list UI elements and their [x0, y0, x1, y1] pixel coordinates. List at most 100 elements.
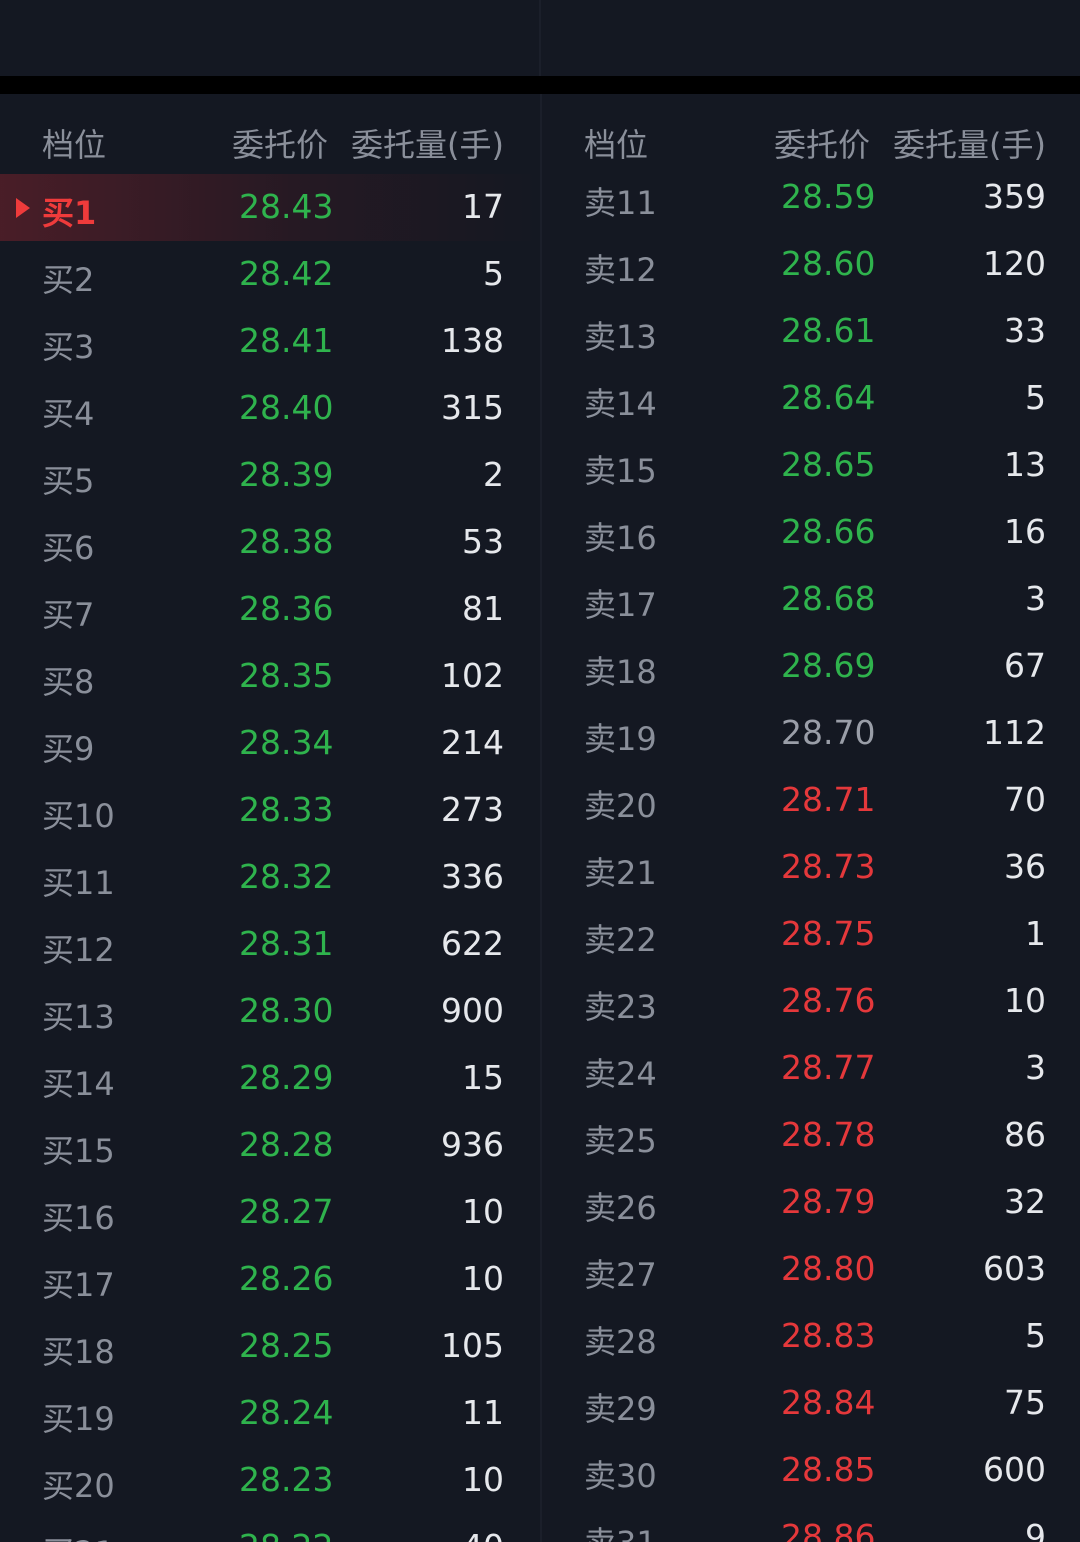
buy-row-level: 买13 [42, 998, 115, 1036]
buy-row-volume: 273 [441, 790, 504, 829]
sell-order-row[interactable]: 卖25 28.78 86 [542, 1102, 1080, 1169]
top-column-divider [539, 0, 541, 76]
buy-order-row[interactable]: 买8 28.35 102 [0, 643, 540, 710]
buy-order-row[interactable]: 买14 28.29 15 [0, 1045, 540, 1112]
sell-row-price: 28.80 [781, 1249, 876, 1288]
sell-order-row[interactable]: 卖11 28.59 359 [542, 164, 1080, 231]
sell-row-level: 卖15 [584, 452, 657, 490]
sell-order-row[interactable]: 卖31 28.86 9 [542, 1504, 1080, 1542]
buy-row-level: 买16 [42, 1199, 115, 1237]
top-panel [0, 0, 1080, 76]
buy-row-price: 28.33 [239, 790, 334, 829]
buy-header-price: 委托价 [232, 126, 329, 164]
sell-header-volume: 委托量(手) [893, 126, 1046, 164]
section-separator [0, 76, 1080, 94]
sell-order-row[interactable]: 卖12 28.60 120 [542, 231, 1080, 298]
buy-row-level: 买10 [42, 797, 115, 835]
buy-order-row[interactable]: 买4 28.40 315 [0, 375, 540, 442]
buy-row-price: 28.27 [239, 1192, 334, 1231]
sell-row-level: 卖21 [584, 854, 657, 892]
sell-order-row[interactable]: 卖22 28.75 1 [542, 901, 1080, 968]
sell-order-row[interactable]: 卖30 28.85 600 [542, 1437, 1080, 1504]
buy-row-level: 买20 [42, 1467, 115, 1505]
buy-order-row[interactable]: 买18 28.25 105 [0, 1313, 540, 1380]
buy-order-row[interactable]: 买11 28.32 336 [0, 844, 540, 911]
sell-row-level: 卖25 [584, 1122, 657, 1160]
sell-order-row[interactable]: 卖13 28.61 33 [542, 298, 1080, 365]
sell-row-volume: 70 [1004, 780, 1046, 819]
sell-row-volume: 36 [1004, 847, 1046, 886]
sell-row-price: 28.69 [781, 646, 876, 685]
sell-row-level: 卖18 [584, 653, 657, 691]
buy-row-price: 28.41 [239, 321, 334, 360]
buy-order-row[interactable]: 买15 28.28 936 [0, 1112, 540, 1179]
sell-order-row[interactable]: 卖17 28.68 3 [542, 566, 1080, 633]
sell-order-row[interactable]: 卖19 28.70 112 [542, 700, 1080, 767]
sell-row-price: 28.86 [781, 1517, 876, 1542]
buy-header-level: 档位 [42, 126, 107, 164]
sell-row-volume: 32 [1004, 1182, 1046, 1221]
sell-order-row[interactable]: 卖23 28.76 10 [542, 968, 1080, 1035]
buy-order-row[interactable]: 买7 28.36 81 [0, 576, 540, 643]
buy-order-row[interactable]: 买6 28.38 53 [0, 509, 540, 576]
buy-order-row[interactable]: 买3 28.41 138 [0, 308, 540, 375]
sell-row-price: 28.66 [781, 512, 876, 551]
buy-row-level: 买4 [42, 395, 95, 433]
sell-order-row[interactable]: 卖26 28.79 32 [542, 1169, 1080, 1236]
sell-row-volume: 86 [1004, 1115, 1046, 1154]
buy-row-price: 28.36 [239, 589, 334, 628]
buy-row-volume: 53 [462, 522, 504, 561]
sell-order-row[interactable]: 卖24 28.77 3 [542, 1035, 1080, 1102]
buy-order-row[interactable]: 买10 28.33 273 [0, 777, 540, 844]
sell-row-volume: 112 [983, 713, 1046, 752]
buy-header-row: 档位 委托价 委托量(手) [0, 94, 540, 184]
sell-row-level: 卖16 [584, 519, 657, 557]
buy-row-volume: 5 [483, 254, 504, 293]
sell-row-level: 卖30 [584, 1457, 657, 1495]
buy-order-row[interactable]: 买5 28.39 2 [0, 442, 540, 509]
sell-row-price: 28.76 [781, 981, 876, 1020]
sell-row-volume: 3 [1025, 579, 1046, 618]
sell-row-volume: 33 [1004, 311, 1046, 350]
sell-order-row[interactable]: 卖15 28.65 13 [542, 432, 1080, 499]
buy-row-level: 买9 [42, 730, 95, 768]
sell-order-row[interactable]: 卖21 28.73 36 [542, 834, 1080, 901]
buy-row-level: 买5 [42, 462, 95, 500]
buy-order-row[interactable]: 买12 28.31 622 [0, 911, 540, 978]
sell-row-price: 28.83 [781, 1316, 876, 1355]
sell-order-row[interactable]: 卖18 28.69 67 [542, 633, 1080, 700]
buy-row-price: 28.26 [239, 1259, 334, 1298]
buy-row-volume: 315 [441, 388, 504, 427]
sell-row-level: 卖14 [584, 385, 657, 423]
buy-header-volume: 委托量(手) [351, 126, 504, 164]
buy-row-level: 买6 [42, 529, 95, 567]
buy-row-price: 28.38 [239, 522, 334, 561]
sell-order-row[interactable]: 卖28 28.83 5 [542, 1303, 1080, 1370]
sell-row-volume: 3 [1025, 1048, 1046, 1087]
sell-row-level: 卖26 [584, 1189, 657, 1227]
buy-order-row[interactable]: 买20 28.23 10 [0, 1447, 540, 1514]
sell-side-panel: 档位 委托价 委托量(手) 卖11 28.59 359 卖12 28.60 120 卖13 2… [540, 94, 1080, 1542]
buy-row-volume: 11 [462, 1393, 504, 1432]
buy-row-volume: 10 [462, 1259, 504, 1298]
sell-order-row[interactable]: 卖14 28.64 5 [542, 365, 1080, 432]
sell-order-row[interactable]: 卖29 28.84 75 [542, 1370, 1080, 1437]
buy-order-row[interactable]: 买16 28.27 10 [0, 1179, 540, 1246]
sell-row-volume: 5 [1025, 1316, 1046, 1355]
buy-row-volume: 10 [462, 1460, 504, 1499]
sell-row-volume: 1 [1025, 914, 1046, 953]
buy-order-row[interactable]: 买19 28.24 11 [0, 1380, 540, 1447]
sell-row-level: 卖31 [584, 1518, 657, 1542]
buy-order-row[interactable]: 买2 28.42 5 [0, 241, 540, 308]
buy-order-row[interactable]: 买1 28.43 17 [0, 174, 540, 241]
sell-order-row[interactable]: 卖20 28.71 70 [542, 767, 1080, 834]
sell-row-level: 卖11 [584, 184, 657, 222]
sell-order-row[interactable]: 卖16 28.66 16 [542, 499, 1080, 566]
buy-order-row[interactable]: 买9 28.34 214 [0, 710, 540, 777]
sell-row-volume: 16 [1004, 512, 1046, 551]
buy-order-row[interactable]: 买17 28.26 10 [0, 1246, 540, 1313]
buy-order-row[interactable]: 买21 28.22 40 [0, 1514, 540, 1542]
sell-row-level: 卖23 [584, 988, 657, 1026]
sell-order-row[interactable]: 卖27 28.80 603 [542, 1236, 1080, 1303]
buy-order-row[interactable]: 买13 28.30 900 [0, 978, 540, 1045]
